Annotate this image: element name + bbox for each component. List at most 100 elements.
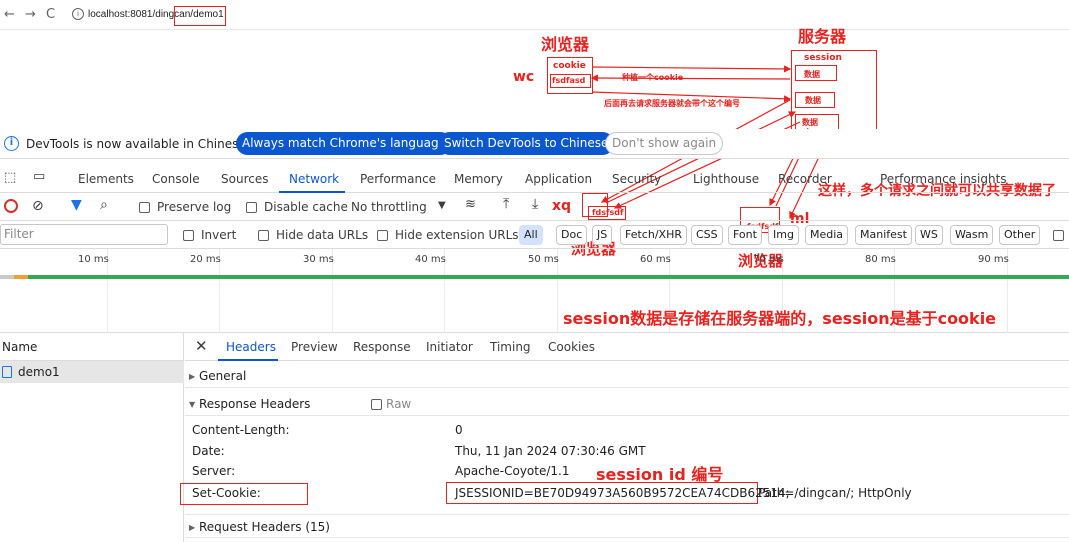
triangle-right-icon: ▶: [189, 523, 196, 532]
client-name-wc: wc: [513, 69, 535, 85]
hide-data-urls-label: Hide data URLs: [276, 228, 369, 242]
timeline-tick: 10 ms: [78, 254, 109, 265]
cookie-label: cookie: [553, 61, 586, 71]
filter-type-ws[interactable]: WS: [915, 225, 943, 245]
tab-lighthouse[interactable]: Lighthouse: [693, 172, 759, 186]
detail-tab-cookies[interactable]: Cookies: [548, 340, 595, 354]
filter-type-fetch-xhr[interactable]: Fetch/XHR: [620, 225, 687, 245]
session-data-2: 数据: [805, 96, 821, 105]
filter-input[interactable]: Filter: [0, 224, 168, 245]
filter-type-wasm[interactable]: Wasm: [950, 225, 994, 245]
session-data-3: 数据: [802, 118, 818, 127]
filter-type-js[interactable]: JS: [592, 225, 613, 245]
triangle-right-icon: ▶: [189, 372, 196, 381]
always-match-language-button[interactable]: Always match Chrome's language: [236, 132, 452, 155]
response-headers-label: Response Headers: [199, 397, 311, 411]
header-key: Server:: [192, 464, 236, 478]
header-value: Thu, 11 Jan 2024 07:30:46 GMT: [455, 444, 646, 458]
hide-extension-urls-label: Hide extension URLs: [395, 228, 519, 242]
raw-label: Raw: [386, 397, 412, 411]
tab-sources[interactable]: Sources: [221, 172, 268, 186]
tab-memory[interactable]: Memory: [454, 172, 503, 186]
filter-type-media[interactable]: Media: [805, 225, 849, 245]
filter-type-font[interactable]: Font: [728, 225, 762, 245]
detail-tab-initiator[interactable]: Initiator: [426, 340, 473, 354]
request-headers-label: Request Headers (15): [199, 520, 330, 534]
preserve-log-checkbox[interactable]: [139, 202, 150, 213]
throttling-select[interactable]: No throttling: [351, 200, 427, 214]
header-key-set-cookie: Set-Cookie:: [192, 486, 261, 500]
filter-type-css[interactable]: CSS: [691, 225, 723, 245]
disable-cache-label: Disable cache: [264, 200, 348, 214]
header-value: 0: [455, 423, 463, 437]
timeline-bar-wait: [14, 275, 28, 279]
raw-checkbox[interactable]: [371, 399, 382, 410]
filter-icon[interactable]: ▼: [71, 197, 82, 213]
disable-cache-checkbox[interactable]: [246, 202, 257, 213]
filter-type-other[interactable]: Other: [999, 225, 1041, 245]
name-column-header[interactable]: Name: [0, 333, 184, 361]
transfer-note: 种植一个cookie: [622, 73, 684, 82]
timeline-tick: 30 ms: [303, 254, 334, 265]
close-icon[interactable]: ✕: [195, 337, 208, 355]
detail-tab-timing[interactable]: Timing: [490, 340, 531, 354]
header-value: Apache-Coyote/1.1: [455, 464, 570, 478]
session-storage-note: session数据是存储在服务器端的，session是基于cookie: [563, 309, 997, 328]
general-section-label: General: [199, 369, 247, 383]
response-headers-section-header[interactable]: [185, 392, 1069, 416]
header-key: Content-Length:: [192, 423, 290, 437]
infobar-message: DevTools is now available in Chinese!: [26, 137, 251, 151]
record-icon[interactable]: [4, 199, 18, 213]
switch-to-chinese-button[interactable]: Switch DevTools to Chinese: [438, 132, 615, 155]
inspect-element-icon[interactable]: ⬚: [4, 170, 16, 185]
dont-show-again-button[interactable]: Don't show again: [605, 132, 724, 155]
preserve-log-label: Preserve log: [157, 200, 232, 214]
header-key: Date:: [192, 444, 225, 458]
tab-elements[interactable]: Elements: [78, 172, 134, 186]
header-value-set-cookie-rest: Path=/dingcan/; HttpOnly: [758, 486, 912, 500]
invert-checkbox[interactable]: [183, 230, 194, 241]
detail-tab-preview[interactable]: Preview: [291, 340, 338, 354]
clear-icon[interactable]: ⊘: [32, 198, 44, 214]
export-har-icon[interactable]: ⤓: [532, 196, 538, 212]
tab-recorder[interactable]: Recorder: [778, 172, 832, 186]
hide-extension-urls-checkbox[interactable]: [377, 230, 388, 241]
timeline-tick: 70 ms: [753, 254, 784, 265]
timeline-tick: 90 ms: [978, 254, 1009, 265]
detail-tab-headers[interactable]: Headers: [226, 340, 276, 354]
network-conditions-icon[interactable]: ≋: [465, 197, 476, 212]
cookie-id: fsdfasd: [552, 76, 586, 85]
timeline-tick: 60 ms: [640, 254, 671, 265]
tab-security[interactable]: Security: [612, 172, 661, 186]
info-icon: i: [4, 136, 19, 151]
active-detail-tab-indicator: [218, 359, 278, 361]
later-request-note: 后面再去请求服务器就会带个这个编号: [604, 99, 740, 108]
server-label: 服务器: [798, 27, 847, 46]
timeline-tick: 80 ms: [865, 254, 896, 265]
detail-tab-response[interactable]: Response: [353, 340, 411, 354]
filter-type-manifest[interactable]: Manifest: [855, 225, 912, 245]
hide-data-urls-checkbox[interactable]: [258, 230, 269, 241]
chevron-down-icon[interactable]: ▼: [438, 200, 446, 211]
general-section-header[interactable]: [185, 364, 1069, 388]
request-name[interactable]: demo1: [18, 365, 60, 379]
search-icon[interactable]: ⌕: [100, 197, 108, 213]
tab-performance[interactable]: Performance: [360, 172, 436, 186]
filter-type-doc[interactable]: Doc: [556, 225, 588, 245]
timeline-bar-queue: [0, 275, 14, 279]
tab-network[interactable]: Network: [289, 172, 339, 186]
import-har-icon[interactable]: ⤒: [503, 196, 509, 212]
tab-application[interactable]: Application: [525, 172, 592, 186]
session-label: session: [804, 53, 842, 63]
device-toolbar-icon[interactable]: ▭: [33, 169, 45, 184]
document-icon: [2, 366, 12, 378]
filter-type-img[interactable]: Img: [768, 225, 799, 245]
blocked-requests-checkbox[interactable]: [1053, 230, 1064, 241]
tab-console[interactable]: Console: [152, 172, 200, 186]
client-label-top: 浏览器: [541, 35, 590, 54]
filter-type-all[interactable]: All: [519, 225, 543, 245]
timeline-tick: 20 ms: [190, 254, 221, 265]
invert-label: Invert: [201, 228, 237, 242]
tab-performance-insights[interactable]: Performance insights: [880, 172, 1007, 186]
session-data-1: 数据: [804, 70, 820, 79]
